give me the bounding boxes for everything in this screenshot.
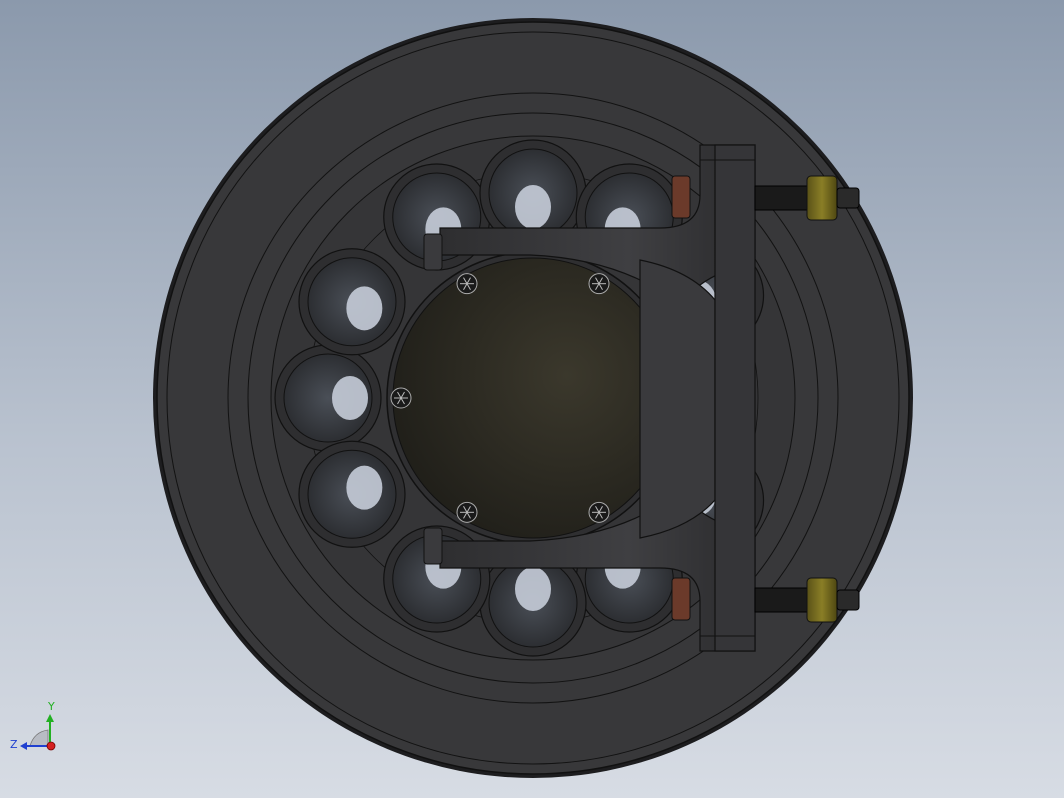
z-axis-label: Z: [10, 738, 18, 751]
cad-model[interactable]: [0, 0, 1064, 798]
pad-nut-top: [671, 175, 691, 219]
bolt-thread-bottom: [754, 587, 808, 613]
bolt-thread-top: [754, 185, 808, 211]
z-axis-arrow: [20, 742, 27, 750]
graphics-viewport[interactable]: Y Z: [0, 0, 1064, 798]
arm-nut-top-left: [423, 233, 443, 271]
hub-bolt: [456, 273, 478, 295]
bolt-end-top: [836, 187, 860, 209]
hub-bolt: [588, 501, 610, 523]
x-axis-dot: [46, 741, 56, 751]
caliper-bridge: [714, 144, 756, 652]
triad-plane: [29, 729, 49, 747]
arm-nut-bottom-left: [423, 527, 443, 565]
hub[interactable]: [386, 251, 680, 545]
pad-nut-bottom: [671, 577, 691, 621]
y-axis-label: Y: [47, 700, 55, 713]
lightening-hole: [274, 344, 382, 452]
orientation-triad[interactable]: Y Z: [8, 698, 68, 758]
lightening-hole: [298, 248, 406, 356]
hub-bolt: [390, 387, 412, 409]
yellow-nut-top: [806, 175, 838, 221]
y-axis-arrow: [46, 714, 54, 722]
lightening-hole: [298, 440, 406, 548]
bolt-end-bottom: [836, 589, 860, 611]
yellow-nut-bottom: [806, 577, 838, 623]
hub-bolt: [588, 273, 610, 295]
hub-cap: [392, 257, 674, 539]
caliper-body: [639, 259, 716, 539]
hub-bolt: [456, 501, 478, 523]
